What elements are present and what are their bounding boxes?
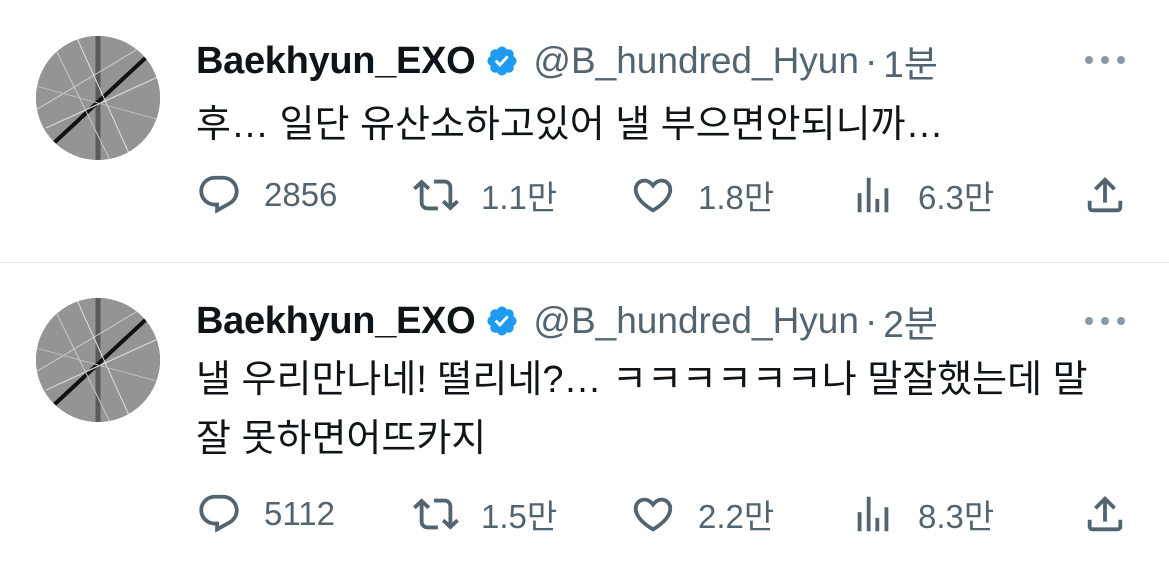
retweet-count: 1.5만 — [481, 498, 558, 535]
heart-icon — [633, 178, 673, 213]
share-button[interactable] — [1082, 491, 1128, 537]
like-count: 2.2만 — [698, 498, 775, 535]
handle[interactable]: @B_hundred_Hyun — [533, 40, 859, 82]
display-name[interactable]: Baekhyun_EXO — [196, 40, 476, 83]
like-count: 1.8만 — [698, 179, 775, 216]
heart-icon — [633, 497, 673, 532]
retweet-button[interactable]: 1.1만 — [413, 172, 557, 218]
timestamp[interactable]: 2분 — [883, 294, 938, 348]
views-button[interactable]: 8.3만 — [850, 491, 994, 537]
share-upload-icon — [1087, 495, 1123, 532]
tweet-text: 후… 일단 유산소하고있어 낼 부으면안되니까… — [196, 104, 944, 146]
retweet-count: 1.1만 — [481, 179, 558, 216]
avatar[interactable] — [36, 298, 160, 422]
tweet-text: 낼 우리만나네! 떨리네?… ㅋㅋㅋㅋㅋㅋ나 말잘했는데 말 잘 못하면어뜨카지 — [196, 359, 1088, 460]
views-count: 6.3만 — [918, 179, 995, 216]
tweet-header: Baekhyun_EXO @B_hundred_Hyun · 2분 — [196, 300, 938, 346]
action-bar: 5112 1.5만 2.2만 8.3만 — [196, 491, 1136, 537]
action-bar: 2856 1.1만 1.8만 6.3만 — [196, 172, 1136, 218]
avatar-image — [36, 298, 160, 422]
reply-bubble-icon — [199, 175, 239, 214]
views-bar-chart-icon — [857, 177, 889, 213]
retweet-icon — [413, 498, 459, 530]
reply-count: 5112 — [264, 495, 335, 532]
more-horizontal-icon[interactable] — [1084, 313, 1126, 325]
like-button[interactable]: 2.2만 — [630, 491, 774, 537]
separator: · — [864, 40, 878, 81]
more-horizontal-icon[interactable] — [1084, 52, 1126, 64]
avatar[interactable] — [36, 36, 160, 160]
verified-badge-icon — [485, 44, 519, 78]
tweet[interactable]: Baekhyun_EXO @B_hundred_Hyun · 1분 후… 일단 … — [0, 0, 1169, 262]
share-button[interactable] — [1082, 172, 1128, 218]
retweet-button[interactable]: 1.5만 — [413, 491, 557, 537]
reply-count: 2856 — [264, 176, 338, 213]
share-upload-icon — [1087, 176, 1123, 213]
tweet-header: Baekhyun_EXO @B_hundred_Hyun · 1분 — [196, 40, 938, 86]
views-count: 8.3만 — [918, 498, 995, 535]
reply-button[interactable]: 2856 — [196, 172, 337, 218]
tweet[interactable]: Baekhyun_EXO @B_hundred_Hyun · 2분 낼 우리만나… — [0, 263, 1169, 569]
reply-button[interactable]: 5112 — [196, 491, 335, 537]
avatar-image — [36, 36, 160, 160]
handle[interactable]: @B_hundred_Hyun — [533, 300, 859, 342]
display-name[interactable]: Baekhyun_EXO — [196, 300, 476, 343]
verified-badge-icon — [485, 304, 519, 338]
like-button[interactable]: 1.8만 — [630, 172, 774, 218]
separator: · — [864, 300, 878, 341]
views-bar-chart-icon — [857, 496, 889, 532]
reply-bubble-icon — [199, 494, 239, 533]
retweet-icon — [413, 179, 459, 211]
timestamp[interactable]: 1분 — [883, 34, 938, 88]
views-button[interactable]: 6.3만 — [850, 172, 994, 218]
